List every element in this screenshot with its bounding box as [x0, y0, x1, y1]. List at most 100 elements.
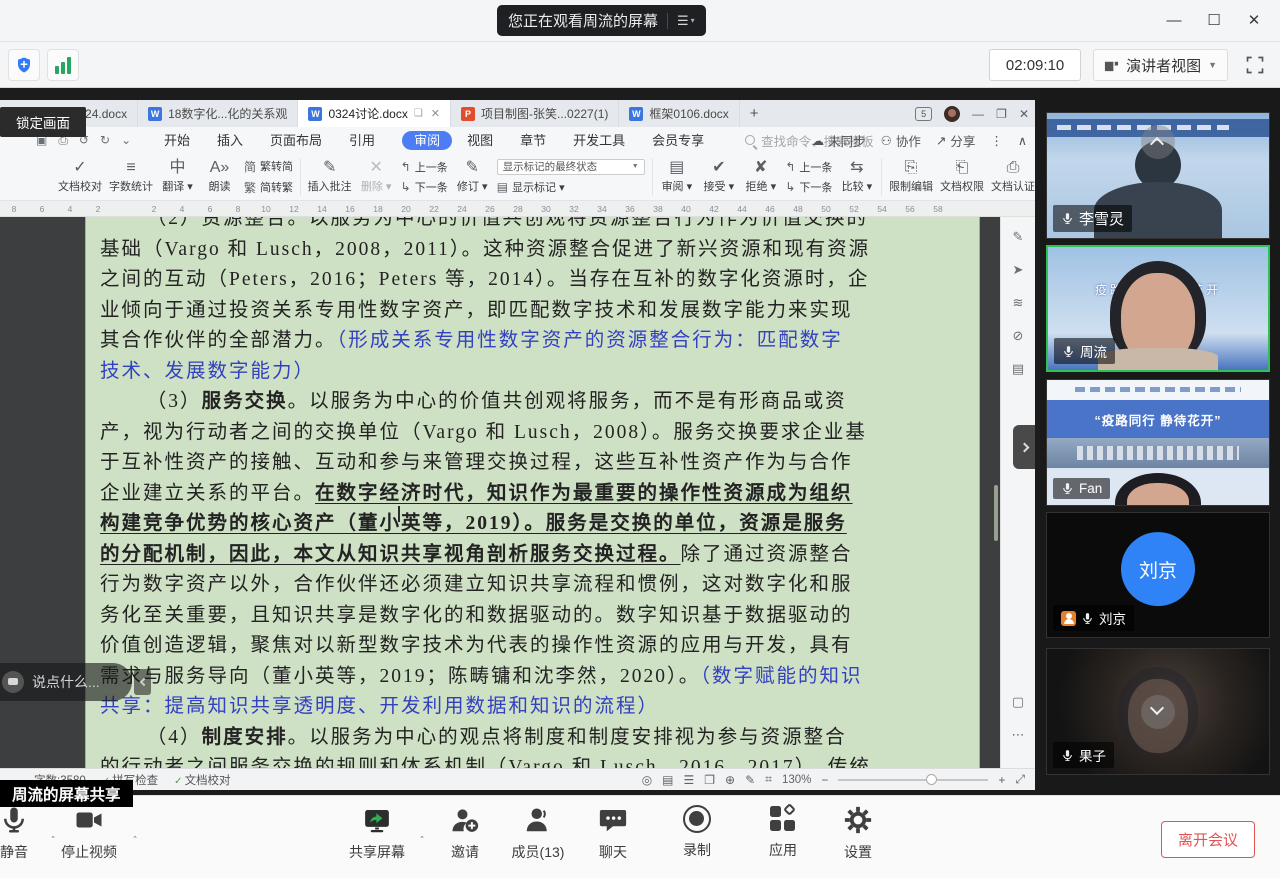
ribbon-button-简转繁[interactable]: 繁简转繁: [244, 179, 293, 196]
zoom-level[interactable]: 130%: [782, 774, 811, 786]
fullscreen-button[interactable]: [1240, 50, 1270, 80]
quick-chat-input[interactable]: 说点什么...: [0, 663, 132, 701]
format-icon[interactable]: ≋: [1013, 295, 1024, 311]
close-button[interactable]: ✕: [1234, 4, 1274, 36]
tab-close-icon[interactable]: ✕: [431, 107, 440, 120]
menu-tab-视图[interactable]: 视图: [467, 133, 493, 148]
collapse-ribbon-menu-item[interactable]: ∧: [1018, 133, 1027, 148]
vertical-scrollbar[interactable]: [994, 485, 998, 541]
ribbon-button-文档权限[interactable]: ⎗文档权限: [940, 159, 984, 194]
participant-tile-刘京[interactable]: 刘京刘京: [1046, 512, 1270, 638]
participant-tile-果子[interactable]: 果子: [1046, 648, 1270, 775]
expand-caret-stop-video[interactable]: ＾: [130, 834, 140, 849]
chat-collapse-button[interactable]: [134, 669, 151, 695]
outline-view-icon[interactable]: ☰: [684, 773, 695, 787]
document-tab-2[interactable]: W0324讨论.docx❑✕: [298, 100, 451, 127]
wps-restore-button[interactable]: ❐: [996, 107, 1007, 121]
split-view-icon[interactable]: ❐: [704, 773, 715, 787]
members-button[interactable]: 成员(13): [498, 805, 578, 862]
chat-button[interactable]: 聊天: [585, 805, 641, 862]
screen-options-menu[interactable]: ☰▾: [677, 13, 695, 29]
participant-tile-周流[interactable]: 疫路同行 静待花开周流: [1046, 245, 1270, 372]
menu-tab-开发工具[interactable]: 开发工具: [573, 133, 625, 148]
menu-tab-会员专享[interactable]: 会员专享: [652, 133, 704, 148]
menu-tab-开始[interactable]: 开始: [164, 133, 190, 148]
security-shield-button[interactable]: [8, 49, 40, 81]
page-setup-icon[interactable]: ▢: [1012, 694, 1024, 710]
participant-tile-李雪灵[interactable]: 李雪灵: [1046, 112, 1270, 239]
zoom-slider-thumb[interactable]: [926, 774, 937, 785]
fit-page-icon[interactable]: ⌗: [765, 772, 772, 787]
more-menu-item[interactable]: ⋮: [990, 133, 1003, 148]
edit-pen-icon[interactable]: ✎: [1013, 229, 1024, 245]
ribbon-button-文档认证[interactable]: ⎙文档认证: [991, 159, 1035, 194]
wps-minimize-button[interactable]: —: [972, 107, 984, 121]
scroll-more-button[interactable]: [1141, 695, 1175, 729]
page-view-icon[interactable]: ▤: [662, 773, 673, 787]
share-menu-item[interactable]: ↗分享: [936, 131, 976, 150]
ribbon-button-文档校对[interactable]: ✓文档校对: [58, 159, 102, 194]
fullpage-icon[interactable]: ⤢: [1015, 772, 1025, 787]
ribbon-button-字数统计[interactable]: ≡字数统计: [109, 159, 153, 194]
document-tab-1[interactable]: W18数字化...化的关系观: [138, 100, 298, 127]
ink-icon[interactable]: ✎: [745, 773, 755, 787]
share-screen-button[interactable]: 共享屏幕: [339, 805, 415, 862]
apps-button[interactable]: 应用: [755, 805, 811, 860]
ribbon-button-接受[interactable]: ✔接受 ▾: [701, 159, 736, 194]
ribbon-button-翻译[interactable]: 中翻译 ▾: [160, 159, 195, 194]
ribbon-button-下一条[interactable]: ↳下一条: [785, 179, 832, 195]
network-signal-button[interactable]: [47, 49, 79, 81]
ribbon-button-朗读[interactable]: A»朗读: [202, 159, 237, 194]
participant-tile-Fan[interactable]: “疫路同行 静待花开”Fan: [1046, 379, 1270, 506]
mute-button[interactable]: 静音: [0, 805, 46, 862]
more-tools-icon[interactable]: ⋯: [1012, 727, 1025, 743]
wps-close-button[interactable]: ✕: [1019, 107, 1029, 121]
video-panel-expander[interactable]: [1013, 425, 1035, 469]
ribbon-button-比较[interactable]: ⇆比较 ▾: [839, 159, 874, 194]
menu-tab-页面布局[interactable]: 页面布局: [270, 133, 322, 148]
record-button[interactable]: 录制: [669, 805, 725, 860]
menu-tab-审阅[interactable]: 审阅: [402, 131, 452, 150]
proofread-toggle[interactable]: ✓文档校对: [174, 772, 230, 788]
show-markup-state-dropdown[interactable]: 显示标记的最终状态▼: [497, 159, 645, 175]
ribbon-button-限制编辑[interactable]: ⎘限制编辑: [889, 159, 933, 194]
expand-caret-share-screen[interactable]: ＾: [417, 834, 427, 849]
zoom-slider[interactable]: [838, 779, 988, 781]
web-view-icon[interactable]: ⊕: [725, 773, 735, 787]
new-tab-button[interactable]: +: [740, 100, 769, 127]
ribbon-button-繁转简[interactable]: 简繁转简: [244, 158, 293, 175]
window-switcher-button[interactable]: 5: [915, 107, 932, 121]
ribbon-button-修订[interactable]: ✎修订 ▾: [455, 159, 490, 194]
view-mode-dropdown[interactable]: 演讲者视图 ▼: [1093, 49, 1228, 81]
ribbon-button-上一条[interactable]: ↰上一条: [785, 159, 832, 175]
minimize-button[interactable]: —: [1154, 4, 1194, 36]
ribbon-button-插入批注[interactable]: ✎插入批注: [308, 159, 352, 194]
document-tab-4[interactable]: W框架0106.docx: [619, 100, 739, 127]
menu-tab-引用[interactable]: 引用: [349, 133, 375, 148]
zoom-out-icon[interactable]: −: [821, 773, 828, 787]
ribbon-button-拒绝[interactable]: ✘拒绝 ▾: [743, 159, 778, 194]
notes-icon[interactable]: ▤: [1012, 361, 1024, 377]
collab-menu-item[interactable]: ⚇协作: [881, 131, 921, 150]
customize-toolbar-icon[interactable]: ⌄: [121, 133, 131, 148]
leave-meeting-button[interactable]: 离开会议: [1161, 821, 1255, 858]
zoom-in-icon[interactable]: +: [998, 773, 1005, 787]
ribbon-button-审阅[interactable]: ▤审阅 ▾: [659, 159, 694, 194]
maximize-button[interactable]: ☐: [1194, 4, 1234, 36]
redo-icon[interactable]: ↻: [100, 133, 110, 148]
menu-tab-章节[interactable]: 章节: [520, 133, 546, 148]
history-icon[interactable]: ⊘: [1013, 328, 1024, 344]
cloud-menu-item[interactable]: ☁未同步: [812, 131, 866, 150]
menu-tab-插入[interactable]: 插入: [217, 133, 243, 148]
eye-protect-icon[interactable]: ◎: [642, 773, 652, 787]
collapse-panel-button[interactable]: [1141, 125, 1175, 159]
stop-video-button[interactable]: 停止视频: [50, 805, 128, 862]
select-cursor-icon[interactable]: ➤: [1013, 262, 1024, 278]
ribbon-button-上一条[interactable]: ↰上一条: [401, 159, 448, 175]
settings-button[interactable]: 设置: [830, 805, 886, 862]
ribbon-button-显示标记[interactable]: ▤显示标记 ▾: [497, 179, 645, 195]
invite-button[interactable]: 邀请: [435, 805, 495, 862]
account-avatar[interactable]: [944, 106, 960, 122]
ribbon-button-下一条[interactable]: ↳下一条: [401, 179, 448, 195]
document-tab-3[interactable]: P项目制图-张笑...0227(1): [451, 100, 619, 127]
